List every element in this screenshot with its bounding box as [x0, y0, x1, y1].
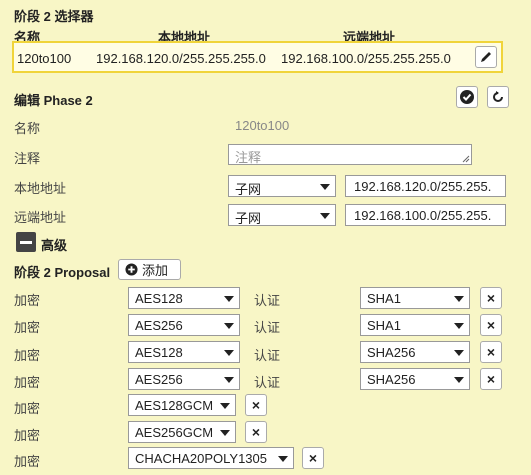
proposal-title: 阶段 2 Proposal	[14, 265, 111, 280]
encrypt-label: 加密	[14, 454, 41, 469]
encrypt-label: 加密	[14, 293, 41, 308]
encryption-value: AES256GCM	[135, 425, 214, 440]
comment-field[interactable]: 注释	[228, 144, 472, 165]
name-label: 名称	[14, 121, 41, 136]
local-type-select[interactable]: 子网	[228, 175, 336, 197]
close-icon: ×	[486, 290, 496, 306]
auth-value: SHA1	[367, 291, 401, 306]
chevron-down-icon	[224, 377, 234, 383]
auth-label: 认证	[254, 348, 281, 363]
encryption-select[interactable]: AES256GCM	[128, 421, 236, 443]
chevron-down-icon	[454, 296, 464, 302]
advanced-label: 高级	[41, 238, 68, 253]
selector-remote: 192.168.100.0/255.255.255.0	[281, 51, 451, 66]
chevron-down-icon	[454, 377, 464, 383]
selectors-title: 阶段 2 选择器	[14, 9, 94, 24]
pencil-icon	[481, 52, 491, 62]
close-icon: ×	[486, 317, 496, 333]
comment-label: 注释	[14, 151, 41, 166]
remove-proposal-button[interactable]: ×	[245, 421, 267, 443]
selector-row[interactable]: 120to100 192.168.120.0/255.255.255.0 192…	[12, 41, 503, 73]
remove-proposal-button[interactable]: ×	[302, 447, 324, 469]
auth-label: 认证	[254, 293, 281, 308]
remove-proposal-button[interactable]: ×	[245, 394, 267, 416]
selector-local: 192.168.120.0/255.255.255.0	[96, 51, 266, 66]
auth-select[interactable]: SHA256	[360, 368, 470, 390]
chevron-down-icon	[278, 456, 288, 462]
local-address-input[interactable]: 192.168.120.0/255.255.	[345, 175, 506, 197]
confirm-button[interactable]	[456, 86, 478, 108]
encryption-value: AES256	[135, 372, 183, 387]
auth-select[interactable]: SHA256	[360, 341, 470, 363]
encrypt-label: 加密	[14, 428, 41, 443]
close-icon: ×	[486, 371, 496, 387]
remote-type-value: 子网	[235, 211, 262, 226]
check-circle-icon	[460, 90, 474, 104]
auth-select[interactable]: SHA1	[360, 314, 470, 336]
auth-label: 认证	[254, 320, 281, 335]
encryption-value: AES128	[135, 345, 183, 360]
auth-value: SHA1	[367, 318, 401, 333]
remote-address-input[interactable]: 192.168.100.0/255.255.	[345, 204, 506, 226]
encryption-select[interactable]: AES128	[128, 341, 240, 363]
close-icon: ×	[251, 424, 261, 440]
auth-select[interactable]: SHA1	[360, 287, 470, 309]
edit-selector-button[interactable]	[475, 46, 497, 68]
close-icon: ×	[486, 344, 496, 360]
auth-label: 认证	[254, 375, 281, 390]
comment-placeholder: 注释	[235, 150, 262, 165]
add-proposal-button[interactable]: 添加	[118, 259, 181, 280]
undo-icon	[493, 91, 503, 102]
remove-proposal-button[interactable]: ×	[480, 314, 502, 336]
remote-type-select[interactable]: 子网	[228, 204, 336, 226]
chevron-down-icon	[224, 350, 234, 356]
encryption-value: AES256	[135, 318, 183, 333]
encryption-select[interactable]: AES256	[128, 314, 240, 336]
selector-name: 120to100	[17, 51, 72, 66]
close-icon: ×	[251, 397, 261, 413]
remote-address-label: 远端地址	[14, 210, 67, 225]
remove-proposal-button[interactable]: ×	[480, 368, 502, 390]
edit-title: 编辑 Phase 2	[14, 93, 93, 108]
chevron-down-icon	[224, 323, 234, 329]
chevron-down-icon	[224, 296, 234, 302]
encryption-select[interactable]: AES128	[128, 287, 240, 309]
collapse-advanced-icon[interactable]	[16, 232, 36, 252]
encryption-value: CHACHA20POLY1305	[135, 451, 267, 466]
encryption-select[interactable]: CHACHA20POLY1305	[128, 447, 294, 469]
encryption-value: AES128	[135, 291, 183, 306]
chevron-down-icon	[454, 350, 464, 356]
encrypt-label: 加密	[14, 401, 41, 416]
chevron-down-icon	[320, 213, 330, 219]
chevron-down-icon	[220, 403, 230, 409]
local-type-value: 子网	[235, 182, 262, 197]
name-value: 120to100	[235, 118, 290, 133]
local-address-label: 本地地址	[14, 181, 67, 196]
auth-value: SHA256	[367, 372, 416, 387]
close-icon: ×	[308, 450, 318, 466]
auth-value: SHA256	[367, 345, 416, 360]
encryption-select[interactable]: AES256	[128, 368, 240, 390]
encrypt-label: 加密	[14, 320, 41, 335]
chevron-down-icon	[320, 184, 330, 190]
encrypt-label: 加密	[14, 348, 41, 363]
resize-grip-icon[interactable]	[462, 155, 470, 163]
add-label: 添加	[142, 263, 169, 278]
undo-button[interactable]	[487, 86, 509, 108]
plus-circle-icon	[125, 263, 138, 276]
encryption-select[interactable]: AES128GCM	[128, 394, 236, 416]
chevron-down-icon	[454, 323, 464, 329]
encrypt-label: 加密	[14, 375, 41, 390]
remove-proposal-button[interactable]: ×	[480, 287, 502, 309]
chevron-down-icon	[220, 430, 230, 436]
encryption-value: AES128GCM	[135, 398, 214, 413]
remove-proposal-button[interactable]: ×	[480, 341, 502, 363]
